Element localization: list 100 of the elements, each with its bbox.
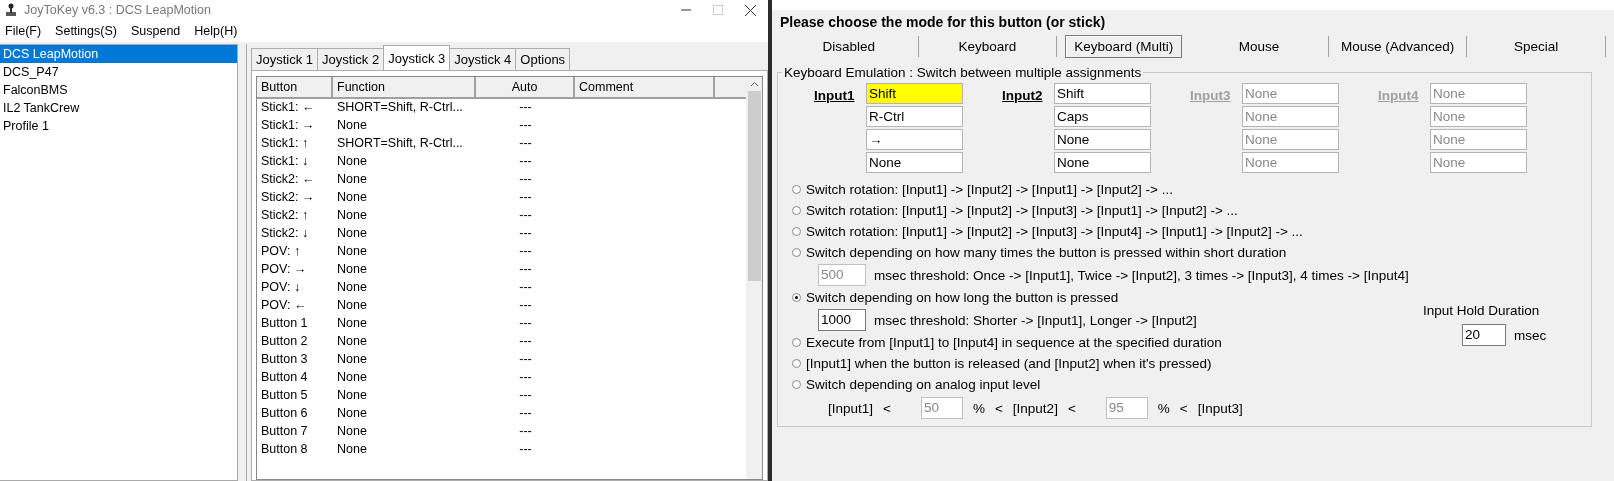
analog-text: < — [994, 400, 1003, 416]
unit-label: msec — [1514, 327, 1547, 343]
joystick-tab[interactable]: Options — [515, 48, 571, 70]
key-field[interactable]: Caps — [1054, 106, 1151, 127]
function-cell-text: None — [336, 171, 368, 188]
key-field[interactable]: None — [1054, 129, 1151, 150]
radio-button[interactable] — [792, 206, 801, 215]
column-header[interactable]: Button — [257, 77, 333, 99]
scrollbar[interactable] — [746, 77, 762, 479]
analog-text: [Input3] — [1197, 400, 1243, 416]
menu-item[interactable]: Help(H) — [194, 22, 238, 40]
button-cell-text: Button 2 — [260, 333, 309, 350]
option-label[interactable]: Switch rotation: [Input1] -> [Input2] -> [Input1] -> [Input2] -> ... — [806, 182, 1173, 197]
profile-item[interactable]: Profile 1 — [0, 117, 237, 135]
menu-item[interactable]: Settings(S) — [55, 22, 117, 40]
key-field[interactable]: → — [866, 129, 963, 150]
function-cell-text: None — [336, 441, 368, 458]
scroll-thumb[interactable] — [747, 91, 761, 281]
function-cell-text: None — [336, 117, 368, 134]
option-label[interactable]: Switch rotation: [Input1] -> [Input2] -> [Input3] -> [Input1] -> [Input2] -> ... — [806, 203, 1238, 218]
button-cell-text: Button 8 — [260, 441, 309, 458]
button-cell-text: POV: ← — [260, 297, 308, 314]
function-cell-text: None — [336, 243, 368, 260]
radio-button[interactable] — [792, 185, 801, 194]
key-field[interactable]: Shift — [1054, 83, 1151, 104]
mode-button[interactable]: Special — [1467, 35, 1606, 57]
profile-item[interactable]: DCS LeapMotion — [0, 45, 237, 63]
column-header[interactable]: Comment — [575, 77, 715, 99]
key-field[interactable]: Shift — [866, 83, 963, 104]
input-label: Input1 — [814, 87, 856, 103]
hold-duration-field[interactable]: 20 — [1462, 324, 1506, 346]
key-field[interactable]: None — [866, 152, 963, 173]
column-header[interactable]: Auto — [476, 77, 575, 99]
auto-cell-text: --- — [518, 441, 533, 458]
function-cell-text: None — [336, 423, 368, 440]
button-cell-text: Button 3 — [260, 351, 309, 368]
joystick-tab[interactable]: Joystick 4 — [449, 48, 517, 70]
analog-text: % — [972, 400, 985, 416]
auto-cell-text: --- — [518, 405, 533, 422]
key-field[interactable]: None — [1054, 152, 1151, 173]
scroll-up-icon[interactable] — [749, 81, 759, 87]
mode-button[interactable]: Disabled — [780, 35, 919, 57]
profile-item[interactable]: DCS_P47 — [0, 63, 237, 81]
auto-cell-text: --- — [518, 117, 533, 134]
column-header[interactable]: Function — [333, 77, 476, 99]
mode-button[interactable]: Mouse (Advanced) — [1328, 35, 1468, 57]
radio-button[interactable] — [792, 338, 801, 347]
radio-button[interactable] — [792, 359, 801, 368]
profile-item[interactable]: FalconBMS — [0, 81, 237, 99]
dialog-heading: Please choose the mode for this button (or stick) — [779, 13, 1107, 32]
profile-item[interactable]: IL2 TankCrew — [0, 99, 237, 117]
maximize-icon[interactable] — [713, 5, 723, 15]
option-label[interactable]: Execute from [Input1] to [Input4] in sequence at the specified duration — [806, 335, 1222, 350]
option-label[interactable]: Switch depending on how many times the button is pressed within short duration — [806, 245, 1287, 260]
auto-cell-text: --- — [518, 387, 533, 404]
mode-button[interactable]: Mouse — [1190, 35, 1329, 57]
button-cell-text: Stick2: ↑ — [260, 207, 310, 224]
function-cell-text: None — [336, 333, 368, 350]
radio-button[interactable] — [792, 248, 801, 257]
button-cell-text: Stick2: ← — [260, 171, 316, 188]
mode-button[interactable]: Keyboard — [918, 35, 1058, 57]
button-cell-text: POV: ↑ — [260, 243, 302, 260]
menu-item[interactable]: Suspend — [130, 22, 181, 40]
threshold-text: msec threshold: Shorter -> [Input1], Longer -> [Input2] — [874, 312, 1197, 328]
auto-cell-text: --- — [518, 279, 533, 296]
analog-text: < — [883, 400, 891, 416]
function-cell-text: None — [336, 387, 368, 404]
threshold-text: msec threshold: Once -> [Input1], Twice -> [Input2], 3 times -> [Input3], 4 times -> [Input4] — [874, 267, 1409, 283]
close-icon[interactable] — [745, 4, 756, 16]
button-cell-text: Button 4 — [260, 369, 309, 386]
button-cell-text: Button 1 — [260, 315, 309, 332]
analog-text: < — [1067, 400, 1076, 416]
auto-cell-text: --- — [518, 333, 533, 350]
key-field[interactable]: R-Ctrl — [866, 106, 963, 127]
radio-button[interactable] — [792, 227, 801, 236]
auto-cell-text: --- — [518, 207, 533, 224]
auto-cell-text: --- — [518, 99, 533, 116]
button-cell-text: Button 5 — [260, 387, 309, 404]
option-label[interactable]: Switch depending on how long the button is pressed — [806, 290, 1119, 305]
menu-item[interactable]: File(F) — [5, 22, 42, 40]
joystick-tab[interactable]: Joystick 1 — [251, 48, 319, 70]
radio-button[interactable] — [792, 380, 801, 389]
option-label[interactable]: Switch rotation: [Input1] -> [Input2] -> [Input3] -> [Input4] -> [Input1] -> [Input2] -> ... — [806, 224, 1303, 239]
option-label[interactable]: [Input1] when the button is released (and [Input2] when it's pressed) — [806, 356, 1212, 371]
radio-button[interactable] — [792, 293, 801, 302]
mode-button[interactable]: Keyboard (Multi) — [1065, 34, 1183, 58]
function-cell-text: None — [336, 405, 368, 422]
joystick-tab[interactable]: Joystick 2 — [317, 48, 385, 70]
function-cell-text: None — [336, 225, 368, 242]
joystick-tab[interactable]: Joystick 3 — [383, 45, 451, 70]
window-title: JoyToKey v6.3 : DCS LeapMotion — [24, 3, 211, 17]
blank-column-header — [715, 77, 746, 99]
function-cell-text: None — [336, 153, 368, 170]
analog-text: [Input2] — [1012, 400, 1058, 416]
button-cell-text: Stick2: → — [260, 189, 316, 206]
option-label[interactable]: Switch depending on analog input level — [806, 377, 1041, 392]
button-cell-text: Stick1: ↑ — [260, 135, 310, 152]
button-cell-text: POV: ↓ — [260, 279, 302, 296]
button-cell-text: Button 7 — [260, 423, 309, 440]
threshold-field[interactable]: 1000 — [818, 309, 866, 331]
